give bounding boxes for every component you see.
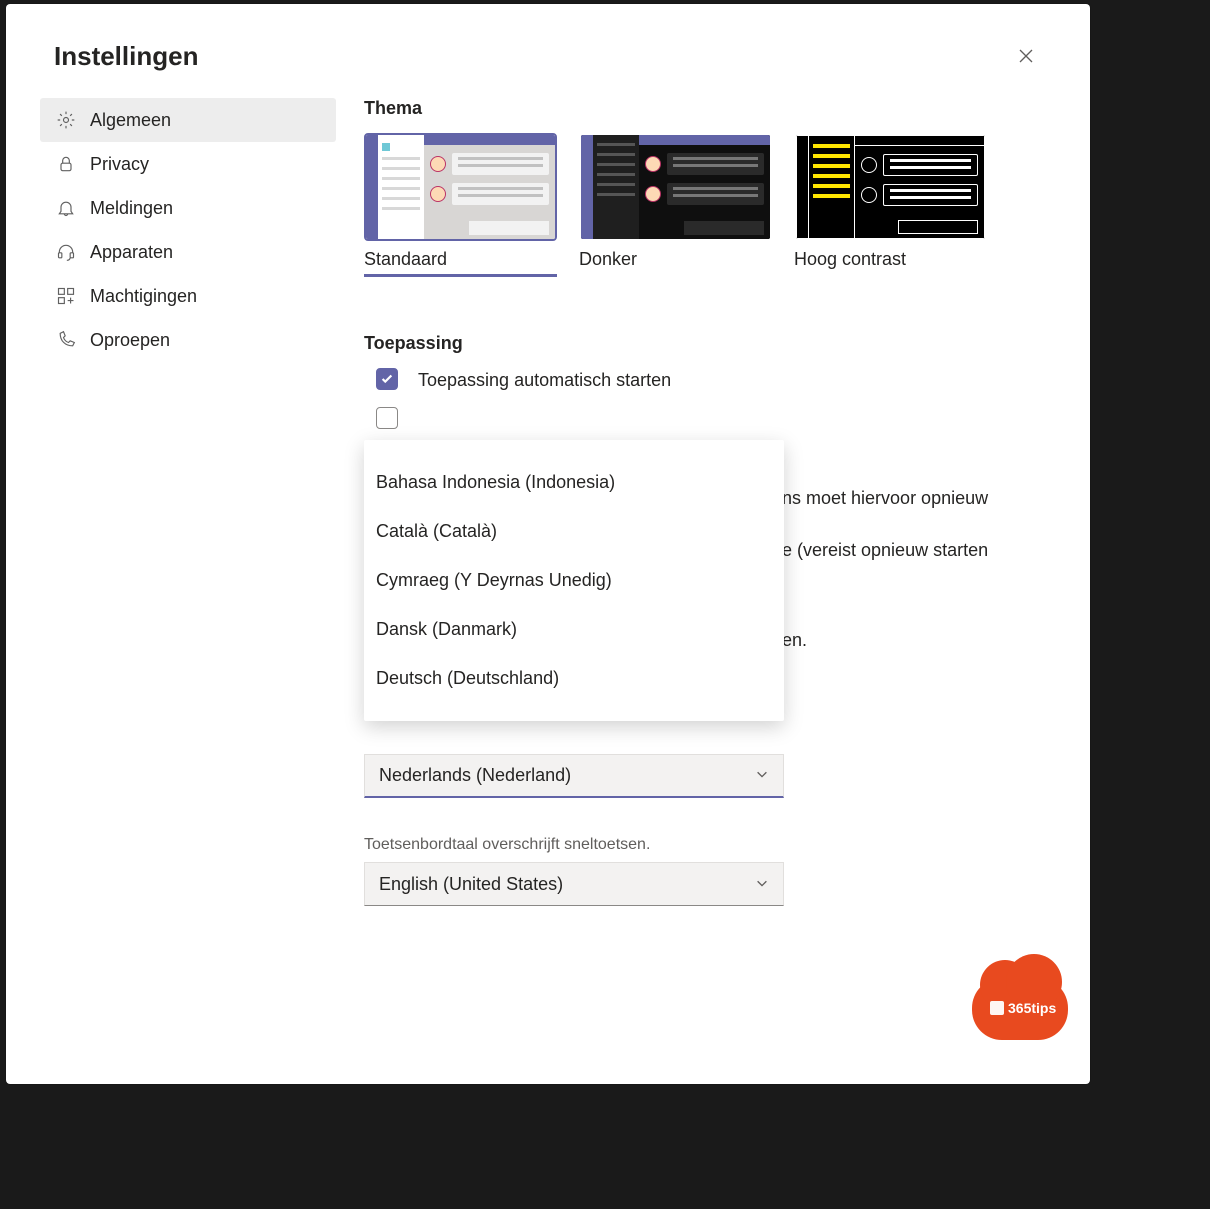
checkbox-autostart[interactable]: Toepassing automatisch starten bbox=[376, 368, 1056, 393]
headset-icon bbox=[56, 242, 76, 262]
settings-sidebar: Algemeen Privacy Meldingen Apparaten Mac… bbox=[40, 90, 336, 906]
sidebar-item-calls[interactable]: Oproepen bbox=[40, 318, 336, 362]
theme-label: Hoog contrast bbox=[794, 249, 987, 270]
grid-plus-icon bbox=[56, 286, 76, 306]
sidebar-item-label: Oproepen bbox=[90, 330, 170, 351]
chevron-down-icon bbox=[755, 874, 769, 895]
sidebar-item-general[interactable]: Algemeen bbox=[40, 98, 336, 142]
sidebar-item-label: Machtigingen bbox=[90, 286, 197, 307]
sidebar-item-devices[interactable]: Apparaten bbox=[40, 230, 336, 274]
keyboard-language-select-value: English (United States) bbox=[379, 874, 563, 895]
language-option[interactable]: Bahasa Indonesia (Indonesia) bbox=[364, 458, 784, 507]
application-heading: Toepassing bbox=[364, 333, 1056, 354]
language-dropdown-menu[interactable]: Bahasa Indonesia (Indonesia) Català (Cat… bbox=[364, 440, 784, 721]
checkbox-input[interactable] bbox=[376, 407, 398, 429]
language-option[interactable]: Català (Català) bbox=[364, 507, 784, 556]
bell-icon bbox=[56, 198, 76, 218]
sidebar-item-notifications[interactable]: Meldingen bbox=[40, 186, 336, 230]
obscured-text-line2: e (vereist opnieuw starten bbox=[782, 537, 988, 564]
sidebar-item-privacy[interactable]: Privacy bbox=[40, 142, 336, 186]
theme-preview-high-contrast bbox=[794, 133, 987, 241]
sidebar-item-label: Apparaten bbox=[90, 242, 173, 263]
settings-modal: Instellingen Algemeen Privacy Meldingen … bbox=[6, 4, 1090, 1084]
language-select[interactable]: Nederlands (Nederland) bbox=[364, 754, 784, 798]
obscured-text-line1: ns moet hiervoor opnieuw bbox=[782, 485, 988, 512]
modal-header: Instellingen bbox=[6, 4, 1090, 90]
keyboard-language-select[interactable]: English (United States) bbox=[364, 862, 784, 906]
theme-heading: Thema bbox=[364, 98, 1056, 119]
lock-icon bbox=[56, 154, 76, 174]
chevron-down-icon bbox=[755, 765, 769, 786]
obscured-text-line3: en. bbox=[782, 627, 807, 654]
theme-preview-default bbox=[364, 133, 557, 241]
gear-icon bbox=[56, 110, 76, 130]
phone-icon bbox=[56, 330, 76, 350]
sidebar-item-label: Meldingen bbox=[90, 198, 173, 219]
checkbox-open-background[interactable]: Toepassing openen op de achtergrond bbox=[376, 407, 1056, 432]
modal-title: Instellingen bbox=[54, 41, 198, 72]
language-option[interactable]: Deutsch (Deutschland) bbox=[364, 654, 784, 703]
theme-selector: Standaard Donker bbox=[364, 133, 1056, 277]
theme-label: Donker bbox=[579, 249, 772, 270]
theme-preview-dark bbox=[579, 133, 772, 241]
theme-option-dark[interactable]: Donker bbox=[579, 133, 772, 277]
theme-option-default[interactable]: Standaard bbox=[364, 133, 557, 277]
theme-option-high-contrast[interactable]: Hoog contrast bbox=[794, 133, 987, 277]
sidebar-item-permissions[interactable]: Machtigingen bbox=[40, 274, 336, 318]
checkbox-label: Toepassing automatisch starten bbox=[418, 368, 671, 393]
sidebar-item-label: Privacy bbox=[90, 154, 149, 175]
watermark-logo: 365tips bbox=[972, 978, 1068, 1040]
theme-label: Standaard bbox=[364, 249, 557, 270]
checkbox-input[interactable] bbox=[376, 368, 398, 390]
watermark-text: 365tips bbox=[990, 1000, 1056, 1016]
sidebar-item-label: Algemeen bbox=[90, 110, 171, 131]
settings-content: Thema Standaard bbox=[336, 90, 1056, 906]
office-icon bbox=[990, 1001, 1004, 1015]
close-button[interactable] bbox=[1010, 40, 1042, 72]
language-option[interactable]: Dansk (Danmark) bbox=[364, 605, 784, 654]
close-icon bbox=[1018, 48, 1034, 64]
language-select-value: Nederlands (Nederland) bbox=[379, 765, 571, 786]
keyboard-language-hint: Toetsenbordtaal overschrijft sneltoetsen… bbox=[364, 836, 1056, 854]
language-option[interactable]: Cymraeg (Y Deyrnas Unedig) bbox=[364, 556, 784, 605]
